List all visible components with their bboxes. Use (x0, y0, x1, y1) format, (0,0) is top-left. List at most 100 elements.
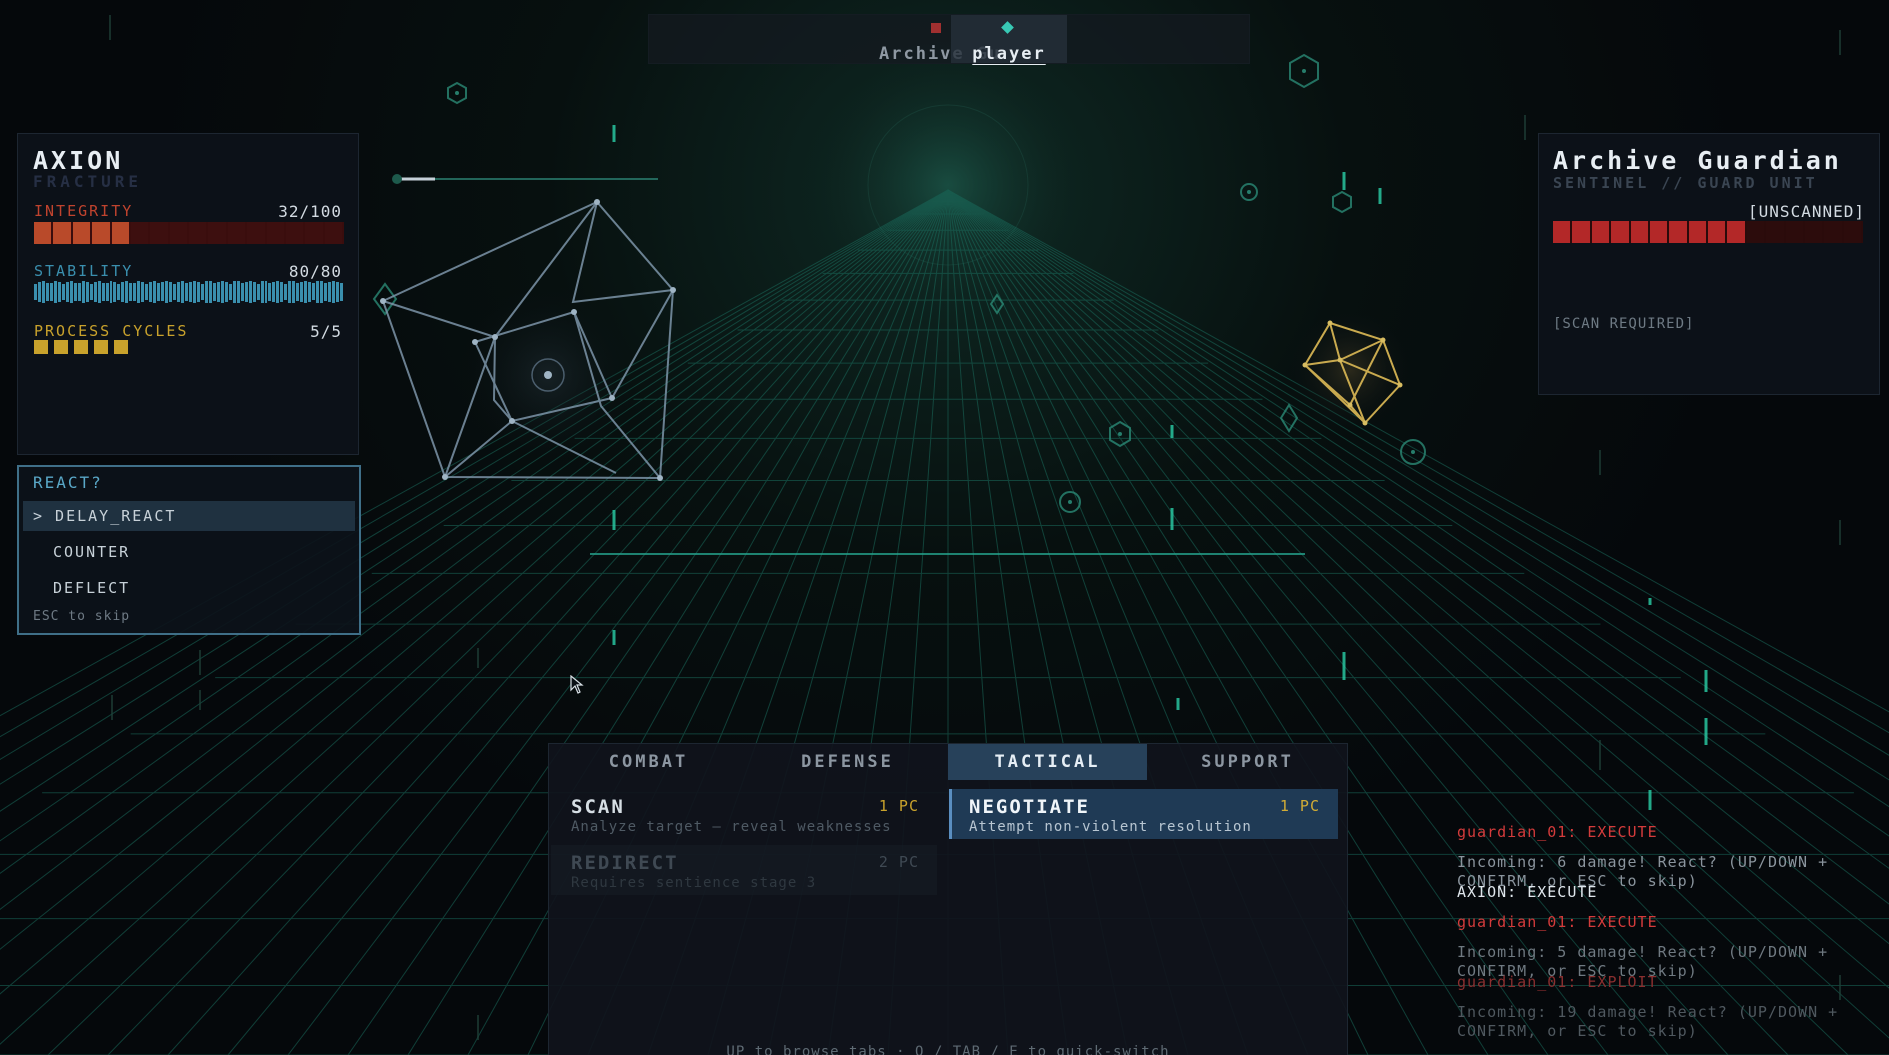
bar-segment (169, 222, 187, 244)
bar-segment (308, 281, 312, 302)
bar-segment (260, 281, 264, 303)
bar-segment (247, 222, 265, 244)
bar-segment (97, 281, 101, 303)
bar-segment (45, 282, 49, 302)
bar-segment (85, 281, 89, 303)
process-cycle-pip (54, 340, 68, 354)
action-negotiate[interactable]: NEGOTIATE 1 PC Attempt non-violent resol… (949, 789, 1338, 839)
bar-segment (285, 222, 304, 244)
bar-segment (1630, 221, 1648, 243)
bar-segment (1572, 221, 1590, 243)
action-description: Analyze target — reveal weaknesses (571, 819, 892, 835)
bar-segment (228, 283, 232, 301)
bar-segment (272, 282, 276, 302)
bar-segment (125, 281, 129, 303)
integrity-row: INTEGRITY 32/100 (34, 202, 342, 222)
enemy-scan-status: [UNSCANNED] (1748, 202, 1865, 221)
react-option-label: > DELAY_REACT (33, 507, 177, 525)
bar-segment (53, 222, 71, 244)
bar-segment (1824, 221, 1842, 243)
action-redirect: REDIRECT 2 PC Requires sentience stage 3 (551, 845, 937, 895)
action-scan[interactable]: SCAN 1 PC Analyze target — reveal weakne… (551, 789, 937, 839)
bar-segment (1649, 221, 1668, 243)
bar-segment (185, 282, 188, 302)
combat-log: guardian_01: EXECUTE Incoming: 6 damage!… (1445, 815, 1889, 1055)
bar-segment (320, 281, 324, 303)
bar-segment (133, 282, 137, 302)
tab-combat[interactable]: COMBAT (549, 744, 748, 780)
bar-segment (240, 283, 244, 301)
process-cycles-value: 5/5 (310, 322, 342, 341)
stability-value: 80/80 (288, 262, 342, 281)
log-line: guardian_01: EXECUTE (1457, 913, 1658, 931)
bar-segment (332, 281, 336, 303)
bar-segment (1766, 221, 1784, 243)
bar-segment (227, 222, 246, 244)
bar-segment (49, 282, 53, 302)
process-cycles-label: PROCESS CYCLES (34, 322, 189, 340)
stability-row: STABILITY 80/80 (34, 262, 342, 282)
integrity-label: INTEGRITY (34, 202, 134, 220)
bar-segment (1804, 221, 1823, 243)
player-subtitle: FRACTURE (33, 172, 143, 191)
log-line: AXION: EXECUTE (1457, 883, 1598, 901)
bar-segment (316, 281, 320, 303)
bar-segment (1746, 221, 1765, 243)
turn-slot-player[interactable]: player (951, 15, 1067, 64)
process-cycle-pip (74, 340, 88, 354)
bar-segment (105, 282, 109, 302)
bar-segment (161, 282, 165, 302)
action-cost: 2 PC (878, 853, 919, 871)
bar-segment (53, 281, 57, 303)
bar-segment (280, 281, 284, 303)
bar-segment (130, 222, 149, 244)
bar-segment (41, 281, 45, 303)
wireframe-polyhedron-icon (380, 199, 676, 481)
enemy-subtitle: SENTINEL // GUARD UNIT (1553, 174, 1818, 192)
bar-segment (324, 222, 342, 244)
bar-segment (93, 281, 97, 303)
bar-segment (61, 283, 65, 301)
bar-segment (113, 281, 117, 303)
bar-segment (340, 283, 343, 301)
bar-segment (292, 281, 296, 303)
bar-segment (208, 222, 226, 244)
bar-segment (268, 283, 272, 301)
enemy-health-bar (1553, 221, 1863, 243)
bar-segment (177, 281, 181, 303)
bar-segment (208, 281, 212, 303)
bar-segment (312, 283, 316, 301)
bar-segment (305, 222, 323, 244)
react-option-deflect[interactable]: DEFLECT (23, 573, 355, 603)
action-menu: COMBAT DEFENSE TACTICAL SUPPORT SCAN 1 P… (548, 743, 1348, 1055)
bar-segment (300, 282, 304, 302)
bar-segment (248, 281, 252, 303)
stability-label: STABILITY (34, 262, 134, 280)
react-prompt-panel: REACT? > DELAY_REACT COUNTER DEFLECT ESC… (17, 465, 361, 635)
bar-segment (37, 281, 41, 303)
bar-segment (150, 222, 168, 244)
bar-segment (1688, 221, 1706, 243)
bar-segment (1708, 221, 1726, 243)
bar-segment (145, 283, 149, 301)
react-option-counter[interactable]: COUNTER (23, 537, 355, 567)
bar-segment (149, 281, 153, 303)
bar-segment (153, 281, 157, 303)
enemy-status-panel: Archive Guardian SENTINEL // GUARD UNIT … (1538, 133, 1880, 395)
bar-segment (165, 281, 169, 303)
tab-defense[interactable]: DEFENSE (748, 744, 947, 780)
action-name: REDIRECT (571, 852, 679, 874)
bar-segment (189, 222, 207, 244)
log-line: guardian_01: EXECUTE (1457, 823, 1658, 841)
react-option-label: COUNTER (53, 543, 131, 561)
bar-segment (189, 282, 192, 302)
bar-segment (284, 283, 288, 301)
bar-segment (328, 282, 332, 302)
bar-segment (169, 281, 173, 303)
process-cycle-pip (94, 340, 108, 354)
tab-support[interactable]: SUPPORT (1148, 744, 1347, 780)
react-option-delay-react[interactable]: > DELAY_REACT (23, 501, 355, 531)
tab-tactical[interactable]: TACTICAL (948, 744, 1147, 780)
bar-segment (336, 282, 340, 302)
bar-segment (137, 281, 141, 303)
